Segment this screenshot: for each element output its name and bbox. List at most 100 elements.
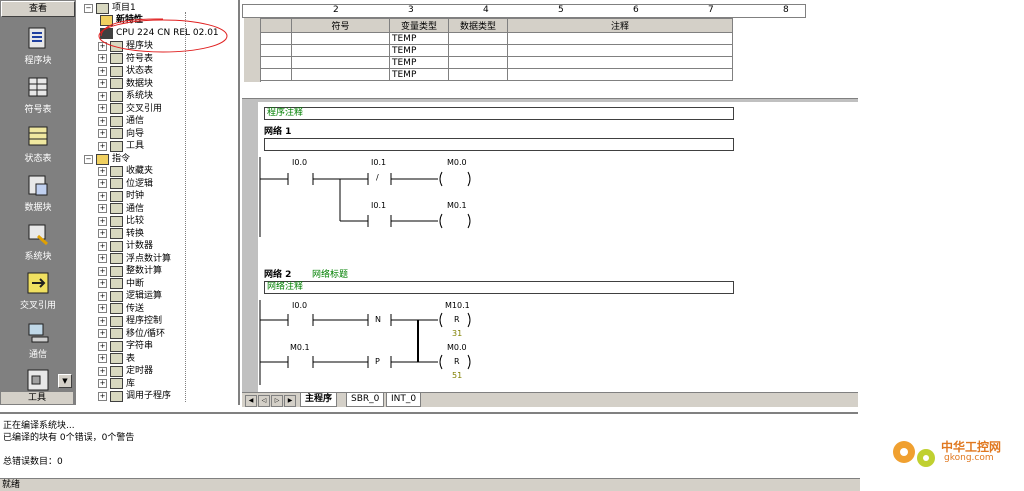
nav-item-communication[interactable]: 通信 (4, 320, 72, 368)
tree-node[interactable]: + 数据块 (98, 78, 153, 90)
expand-icon[interactable]: + (98, 241, 107, 251)
table-row: TEMP (260, 44, 733, 57)
collapse-icon[interactable]: − (84, 154, 93, 164)
tree-node[interactable]: + 系统块 (98, 90, 153, 102)
ruler-mark: 6 (633, 5, 639, 15)
tree-node[interactable]: + 中断 (98, 278, 144, 290)
expand-icon[interactable]: + (98, 141, 107, 151)
edge-label: N (375, 315, 381, 324)
coil-label: M0.1 (447, 201, 467, 210)
collapse-icon[interactable]: − (84, 3, 93, 13)
tree-node[interactable]: + 调用子程序 (98, 390, 171, 402)
expand-icon[interactable]: + (98, 341, 107, 351)
expand-icon[interactable]: + (98, 366, 107, 376)
nav-scroll-down-button[interactable]: ▼ (58, 374, 72, 388)
ladder-editor[interactable]: 程序注释 网络 1 I0.0 I0.1 / M0.0 I0.1 M0.1 网络 … (242, 102, 858, 392)
expand-icon[interactable]: + (98, 254, 107, 263)
expand-icon[interactable]: + (98, 291, 107, 301)
tree-node[interactable]: + 位逻辑 (98, 178, 153, 190)
tree-node[interactable]: + 通信 (98, 203, 144, 215)
tab-sbr-0[interactable]: SBR_0 (346, 393, 385, 407)
tab-prev-button[interactable]: ◁ (258, 395, 270, 407)
tab-first-button[interactable]: ◀ (245, 395, 257, 407)
program-comment[interactable]: 程序注释 (264, 107, 734, 120)
tree-node[interactable]: + 收藏夹 (98, 165, 153, 177)
ruler-mark: 3 (408, 5, 414, 15)
tree-node[interactable]: + 符号表 (98, 53, 153, 65)
tab-int-0[interactable]: INT_0 (386, 393, 422, 407)
tree-node[interactable]: + 交叉引用 (98, 103, 162, 115)
expand-icon[interactable]: + (98, 116, 107, 126)
expand-icon[interactable]: + (98, 229, 107, 238)
tree-node[interactable]: + 时钟 (98, 190, 144, 202)
var-type-cell[interactable]: TEMP (389, 32, 449, 45)
system-block-icon (28, 224, 48, 246)
expand-icon[interactable]: + (98, 66, 107, 76)
expand-icon[interactable]: + (98, 129, 107, 138)
var-type-cell[interactable]: TEMP (389, 68, 449, 81)
expand-icon[interactable]: + (98, 191, 107, 201)
network1-title: 网络 1 (264, 127, 292, 137)
tree-node[interactable]: + 定时器 (98, 365, 153, 377)
expand-icon[interactable]: + (98, 204, 107, 213)
expand-icon[interactable]: + (98, 316, 107, 326)
tree-node[interactable]: + 比较 (98, 215, 144, 227)
ruler-mark: 7 (708, 5, 714, 15)
tree-node[interactable]: + 通信 (98, 115, 144, 127)
tree-node[interactable]: + 向导 (98, 128, 144, 140)
nav-item-cross-reference[interactable]: 交叉引用 (4, 271, 72, 319)
expand-icon[interactable]: + (98, 266, 107, 276)
network1-comment[interactable] (264, 138, 734, 151)
coil-label: M0.0 (447, 158, 467, 167)
nav-label: 程序块 (24, 56, 52, 66)
tree-node[interactable]: + 浮点数计算 (98, 253, 171, 265)
var-type-cell[interactable]: TEMP (389, 44, 449, 57)
tree-node[interactable]: + 整数计算 (98, 265, 162, 277)
tab-last-button[interactable]: ▶ (284, 395, 296, 407)
ruler-mark: 4 (483, 5, 489, 15)
expand-icon[interactable]: + (98, 329, 107, 338)
tree-node[interactable]: + 字符串 (98, 340, 153, 352)
expand-icon[interactable]: + (98, 379, 107, 388)
folder-icon (110, 228, 123, 239)
folder-icon (110, 340, 123, 352)
expand-icon[interactable]: + (98, 216, 107, 226)
tree-node[interactable]: + 程序控制 (98, 315, 162, 327)
nav-label: 状态表 (24, 154, 52, 164)
tree-node-project[interactable]: − 项目1 (84, 2, 136, 14)
tree-node-instructions[interactable]: − 指令 (84, 153, 130, 165)
nav-item-data-block[interactable]: 数据块 (4, 173, 72, 221)
expand-icon[interactable]: + (98, 304, 107, 313)
network2-subtitle[interactable]: 网络标题 (312, 267, 348, 280)
nav-item-program-block[interactable]: 程序块 (4, 26, 72, 74)
tree-node[interactable]: + 库 (98, 378, 135, 390)
expand-icon[interactable]: + (98, 91, 107, 101)
expand-icon[interactable]: + (98, 79, 107, 88)
network2-comment[interactable]: 网络注释 (264, 281, 734, 294)
expand-icon[interactable]: + (98, 354, 107, 363)
tree-node[interactable]: + 传送 (98, 303, 144, 315)
tree-node[interactable]: + 移位/循环 (98, 328, 165, 340)
nav-item-status-table[interactable]: 状态表 (4, 124, 72, 172)
nav-item-symbol-table[interactable]: 符号表 (4, 75, 72, 123)
expand-icon[interactable]: + (98, 179, 107, 188)
output-window: 正在编译系统块... 已编译的块有 0个错误，0个警告 总错误数目：0 (0, 412, 858, 478)
tree-node[interactable]: + 状态表 (98, 65, 153, 77)
horizontal-scrollbar[interactable] (672, 395, 858, 405)
tree-node[interactable]: + 计数器 (98, 240, 153, 252)
expand-icon[interactable]: + (98, 391, 107, 401)
tree-node[interactable]: + 工具 (98, 140, 144, 152)
expand-icon[interactable]: + (98, 54, 107, 63)
var-type-cell[interactable]: TEMP (389, 56, 449, 69)
table-row: TEMP (260, 68, 733, 81)
network2-title: 网络 2 (264, 270, 292, 280)
expand-icon[interactable]: + (98, 166, 107, 176)
expand-icon[interactable]: + (98, 279, 107, 288)
tree-node[interactable]: + 表 (98, 353, 135, 365)
tab-next-button[interactable]: ▷ (271, 395, 283, 407)
tree-node[interactable]: + 逻辑运算 (98, 290, 162, 302)
expand-icon[interactable]: + (98, 104, 107, 113)
tab-main-program[interactable]: 主程序 (300, 393, 338, 407)
tree-node[interactable]: + 转换 (98, 228, 144, 240)
nav-item-system-block[interactable]: 系统块 (4, 222, 72, 270)
